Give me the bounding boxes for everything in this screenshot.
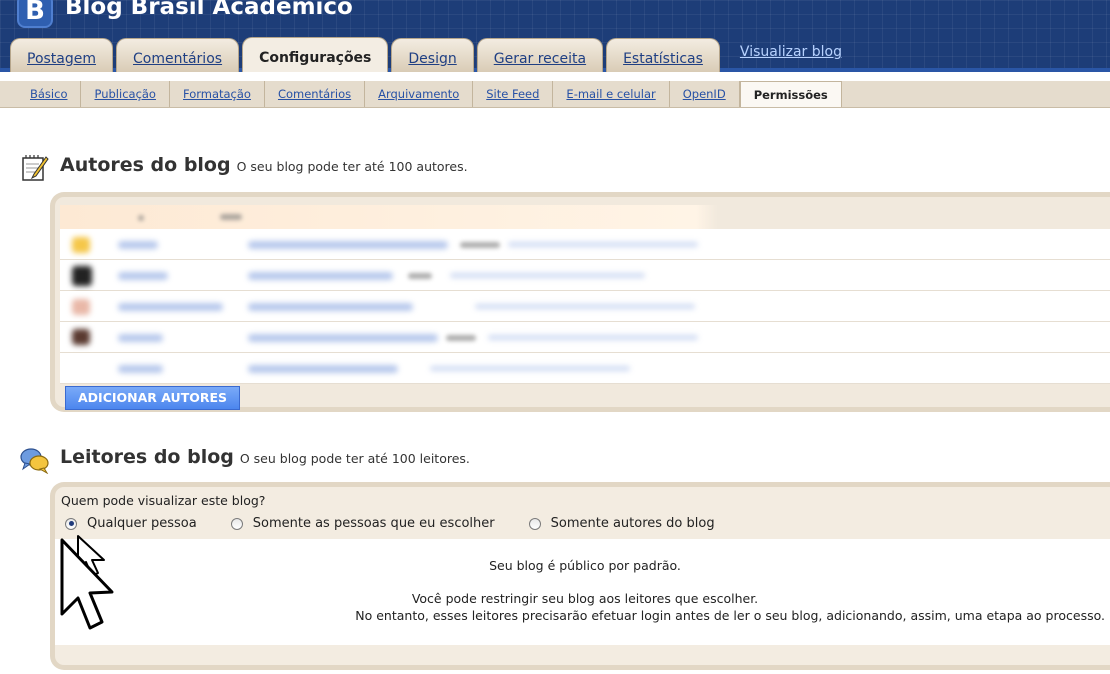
subtab-email-celular[interactable]: E-mail e celular [553, 81, 670, 107]
tab-gerar-receita[interactable]: Gerar receita [476, 38, 604, 72]
radio-label: Somente as pessoas que eu escolher [252, 516, 495, 531]
blogger-logo-icon: B [17, 0, 53, 28]
readers-info-box: Seu blog é público por padrão. Você pode… [55, 539, 1110, 645]
restrict-message-2: No entanto, esses leitores precisarão ef… [355, 608, 1105, 623]
notepad-pencil-icon [20, 154, 50, 182]
blog-title: Blog Brasil Acadêmico [65, 0, 353, 20]
public-message: Seu blog é público por padrão. [489, 558, 681, 573]
tab-design[interactable]: Design [391, 38, 474, 72]
radio-anyone[interactable]: Qualquer pessoa [65, 516, 197, 531]
subtab-publicacao[interactable]: Publicação [81, 81, 170, 107]
radio-label: Somente autores do blog [550, 516, 715, 531]
table-row [60, 260, 1110, 291]
view-blog-link[interactable]: Visualizar blog [740, 32, 842, 72]
subtab-formatacao[interactable]: Formatação [170, 81, 265, 107]
authors-table-header [60, 205, 1110, 229]
readers-subtitle: O seu blog pode ter até 100 leitores. [239, 451, 470, 466]
subtab-comentarios[interactable]: Comentários [265, 81, 366, 107]
table-row [60, 322, 1110, 353]
subtab-basico[interactable]: Básico [17, 81, 82, 107]
radio-button[interactable] [65, 517, 77, 530]
readers-title: Leitores do blog [60, 446, 234, 468]
radio-button[interactable] [528, 517, 541, 530]
authors-subtitle: O seu blog pode ter até 100 autores. [236, 159, 468, 174]
add-authors-button[interactable]: ADICIONAR AUTORES [65, 386, 241, 410]
subtab-permissoes[interactable]: Permissões [739, 81, 842, 107]
tab-postagem[interactable]: Postagem [10, 38, 114, 72]
chat-bubbles-icon [20, 446, 50, 475]
authors-panel: ADICIONAR AUTORES [50, 192, 1110, 412]
tab-comentarios[interactable]: Comentários [116, 38, 240, 72]
authors-title: Autores do blog [60, 154, 231, 176]
tab-estatisticas[interactable]: Estatísticas [606, 38, 720, 72]
radio-button[interactable] [230, 517, 243, 530]
readers-section-header: Leitores do blog O seu blog pode ter até… [20, 446, 470, 475]
subtab-arquivamento[interactable]: Arquivamento [365, 81, 474, 107]
who-can-view-label: Quem pode visualizar este blog? [61, 493, 266, 508]
visibility-radio-group: Qualquer pessoa Somente as pessoas que e… [65, 516, 749, 531]
main-tabs: Postagem Comentários Configurações Desig… [10, 37, 842, 72]
table-row [60, 229, 1110, 260]
radio-authors-only[interactable]: Somente autores do blog [528, 516, 715, 531]
authors-section-header: Autores do blog O seu blog pode ter até … [20, 154, 468, 182]
table-row [60, 353, 1110, 384]
radio-chosen-people[interactable]: Somente as pessoas que eu escolher [230, 516, 495, 531]
subtab-site-feed[interactable]: Site Feed [473, 81, 554, 107]
settings-subnav: Básico Publicação Formatação Comentários… [0, 81, 1110, 108]
table-row [60, 291, 1110, 322]
restrict-message-1: Você pode restringir seu blog aos leitor… [411, 591, 759, 606]
large-cursor-icon [60, 538, 114, 630]
readers-panel: Quem pode visualizar este blog? Qualquer… [50, 482, 1110, 670]
tab-configuracoes[interactable]: Configurações [242, 37, 389, 72]
radio-label: Qualquer pessoa [87, 516, 197, 531]
blog-header: B Blog Brasil Acadêmico Postagem Comentá… [0, 0, 1110, 72]
authors-table [60, 205, 1110, 384]
subtab-openid[interactable]: OpenID [670, 81, 740, 107]
